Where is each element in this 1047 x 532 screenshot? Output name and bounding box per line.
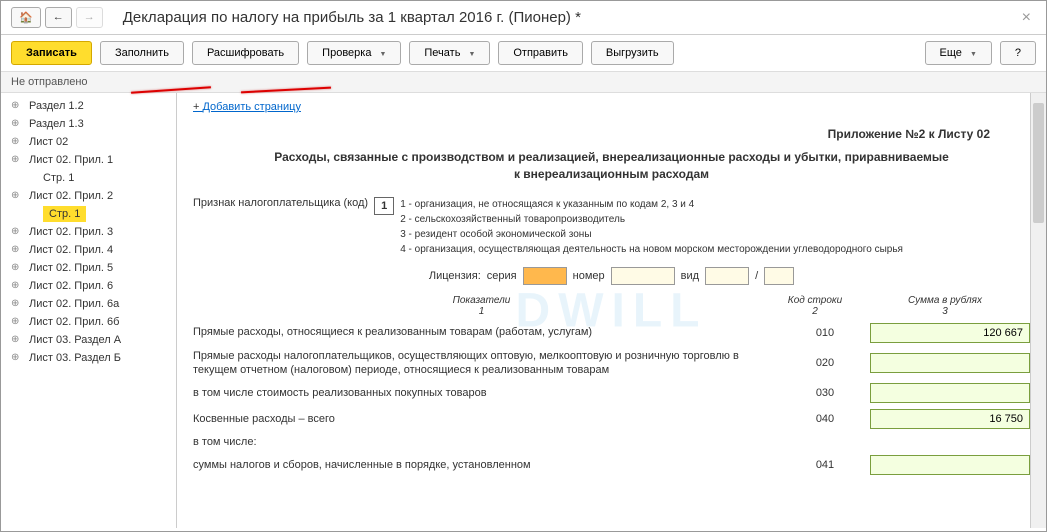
tree-item[interactable]: Лист 02. Прил. 1 [1,151,176,169]
tree-item[interactable]: Стр. 1 [43,206,86,222]
send-button[interactable]: Отправить [498,41,583,65]
tree-item[interactable]: Лист 02. Прил. 6б [1,313,176,331]
tree-item[interactable]: Лист 02. Прил. 2 [1,187,176,205]
table-row: в том числе: [193,435,1030,449]
row-value-input[interactable] [870,323,1030,343]
help-button[interactable]: ? [1000,41,1036,65]
table-row: Прямые расходы налогоплательщиков, осуще… [193,349,1030,378]
page-title: Декларация по налогу на прибыль за 1 ква… [123,9,1017,26]
taxpayer-desc: 1 - организация, не относящаяся к указан… [400,197,903,257]
row-value-input[interactable] [870,409,1030,429]
print-button[interactable]: Печать [409,41,490,65]
tree-item[interactable]: Лист 03. Раздел А [1,331,176,349]
table-row: в том числе стоимость реализованных поку… [193,383,1030,403]
col1-header: Показатели [193,295,770,306]
table-row: Прямые расходы, относящиеся к реализован… [193,323,1030,343]
table-row: Косвенные расходы – всего040 [193,409,1030,429]
appendix-header: Приложение №2 к Листу 02 [193,127,990,141]
row-code: 010 [780,327,870,339]
tree-sidebar: Раздел 1.2Раздел 1.3Лист 02Лист 02. Прил… [1,93,177,528]
license-type2-input[interactable] [764,267,794,285]
license-sep: / [755,270,758,282]
tree-item[interactable]: Раздел 1.2 [1,97,176,115]
col3-header: Сумма в рублях [860,295,1030,306]
row-label: Прямые расходы налогоплательщиков, осуще… [193,349,780,378]
tree-item[interactable]: Лист 02. Прил. 5 [1,259,176,277]
license-row: Лицензия: серия номер вид / [193,267,1030,285]
fill-button[interactable]: Заполнить [100,41,184,65]
license-series-input[interactable] [523,267,567,285]
license-label: Лицензия: [429,270,481,282]
main-content: DWILL Добавить страницу Приложение №2 к … [177,93,1046,528]
license-series-label: серия [487,270,517,282]
row-label: Прямые расходы, относящиеся к реализован… [193,325,780,339]
row-value-input[interactable] [870,353,1030,373]
row-label: в том числе: [193,435,780,449]
doc-title: Расходы, связанные с производством и реа… [272,149,952,183]
tree-item[interactable]: Лист 02. Прил. 3 [1,223,176,241]
row-code: 020 [780,357,870,369]
close-icon[interactable]: × [1017,9,1036,27]
row-code: 030 [780,387,870,399]
row-code: 040 [780,413,870,425]
add-page-link[interactable]: Добавить страницу [193,101,301,113]
row-label: суммы налогов и сборов, начисленные в по… [193,458,780,472]
license-number-label: номер [573,270,605,282]
tree-item[interactable]: Стр. 1 [1,169,176,187]
decode-button[interactable]: Расшифровать [192,41,299,65]
license-type1-input[interactable] [705,267,749,285]
row-code: 041 [780,459,870,471]
tree-item[interactable]: Лист 02. Прил. 4 [1,241,176,259]
save-button[interactable]: Записать [11,41,92,65]
taxpayer-label: Признак налогоплательщика (код) [193,197,368,209]
tree-item[interactable]: Лист 03. Раздел Б [1,349,176,367]
license-type-label: вид [681,270,699,282]
forward-icon[interactable]: → [76,7,103,28]
tree-item[interactable]: Лист 02 [1,133,176,151]
tree-item[interactable]: Лист 02. Прил. 6 [1,277,176,295]
more-button[interactable]: Еще [925,41,992,65]
check-button[interactable]: Проверка [307,41,401,65]
taxpayer-code[interactable]: 1 [374,197,394,215]
table-row: суммы налогов и сборов, начисленные в по… [193,455,1030,475]
col2-header: Код строки [770,295,860,306]
tree-item[interactable]: Раздел 1.3 [1,115,176,133]
row-value-input[interactable] [870,455,1030,475]
scrollbar[interactable] [1030,93,1046,528]
tree-item[interactable]: Лист 02. Прил. 6а [1,295,176,313]
home-icon[interactable]: 🏠 [11,7,41,28]
row-label: в том числе стоимость реализованных поку… [193,386,780,400]
row-label: Косвенные расходы – всего [193,412,780,426]
license-number-input[interactable] [611,267,675,285]
row-value-input[interactable] [870,383,1030,403]
back-icon[interactable]: ← [45,7,72,28]
export-button[interactable]: Выгрузить [591,41,674,65]
